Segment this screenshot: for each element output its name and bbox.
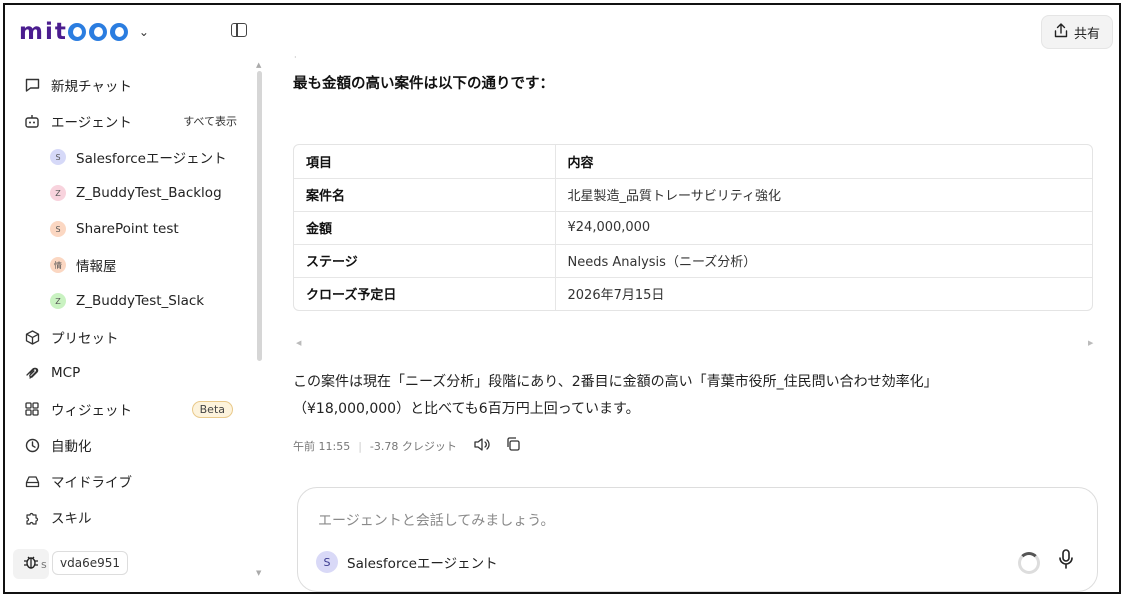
table-header-cell: 項目 (294, 145, 556, 179)
table-header-row: 項目 内容 (294, 145, 1092, 179)
chat-icon (23, 76, 41, 94)
scroll-indicator: · (294, 53, 297, 62)
robot-icon (23, 112, 41, 130)
sidebar-item-label: マイドライブ (51, 475, 132, 491)
agent-item-salesforce[interactable]: S Salesforceエージェント (5, 139, 255, 175)
agent-label: Z_BuddyTest_Slack (76, 293, 205, 309)
loading-spinner-icon (1018, 552, 1040, 574)
agent-label: Salesforceエージェント (76, 151, 227, 167)
table-cell-key: 案件名 (294, 178, 556, 212)
brand[interactable]: mit ⌄ (19, 17, 149, 47)
cube-icon (23, 328, 41, 346)
table-cell-key: ステージ (294, 244, 556, 278)
agent-avatar: S (316, 551, 338, 573)
table-cell-value: Needs Analysis（ニーズ分析） (555, 244, 1092, 278)
sidebar-item-label: エージェント (51, 115, 132, 131)
sidebar-item-agents[interactable]: エージェント すべて表示 (5, 103, 255, 139)
sidebar-item-label: MCP (51, 365, 81, 381)
show-all-link[interactable]: すべて表示 (183, 113, 237, 129)
speaker-icon[interactable] (473, 437, 491, 456)
agent-selector[interactable]: S Salesforceエージェント (316, 551, 498, 573)
paragraph-line: この案件は現在「ニーズ分析」段階にあり、2番目に金額の高い「青葉市役所_住民問い… (293, 374, 938, 390)
table-cell-key: クローズ予定日 (294, 277, 556, 310)
brand-logo: mit (19, 19, 131, 45)
mcp-icon (23, 364, 41, 382)
puzzle-icon (23, 508, 41, 526)
scroll-up-arrow-icon[interactable]: ▲ (256, 61, 261, 69)
agent-avatar: S (50, 221, 66, 237)
beta-badge: Beta (191, 400, 233, 418)
sidebar-item-label: 自動化 (51, 439, 92, 455)
footer-s-label: s (41, 558, 47, 571)
composer-input[interactable]: エージェントと会話してみましょう。 (318, 510, 554, 530)
message-composer[interactable]: エージェントと会話してみましょう。 S Salesforceエージェント (297, 487, 1098, 592)
sidebar-nav: 新規チャット エージェント すべて表示 S Salesforceエージェント Z… (5, 67, 255, 535)
table-cell-value: 北星製造_品質トレーサビリティ強化 (555, 178, 1092, 212)
table-header-cell: 内容 (555, 145, 1092, 179)
drive-icon (23, 472, 41, 490)
table-cell-value: 2026年7月15日 (567, 288, 665, 304)
sidebar-item-widgets[interactable]: ウィジェット Beta (5, 391, 255, 427)
sidebar-item-presets[interactable]: プリセット (5, 319, 255, 355)
table-cell-value: ¥24,000,000 (555, 211, 1092, 245)
sidebar-item-mcp[interactable]: MCP (5, 355, 255, 391)
agent-item-johoya[interactable]: 情 情報屋 (5, 247, 255, 283)
message-meta: 午前 11:55 | -3.78 クレジット (293, 436, 521, 456)
sidebar-item-automation[interactable]: 自動化 (5, 427, 255, 463)
agent-label: SharePoint test (76, 221, 179, 237)
agent-label: Z_BuddyTest_Backlog (76, 185, 222, 201)
sidebar-item-new-chat[interactable]: 新規チャット (5, 67, 255, 103)
agent-item-sharepoint[interactable]: S SharePoint test (5, 211, 255, 247)
table-scroll-left-icon[interactable]: ◀ (296, 339, 301, 347)
sidebar-item-label: プリセット (51, 331, 119, 347)
meta-divider: | (358, 439, 362, 453)
table-row: クローズ予定日 2026年7月15日 (294, 277, 1092, 310)
app-window: mit ⌄ ▲ ▼ 新規チャット エージェント すべて表示 S Salesfor… (3, 3, 1121, 594)
clock-icon (23, 436, 41, 454)
sidebar-item-skills[interactable]: スキル (5, 499, 255, 535)
table-row: ステージ Needs Analysis（ニーズ分析） (294, 244, 1092, 278)
paragraph-line: （¥18,000,000）と比べても6百万円上回っています。 (293, 401, 640, 417)
sidebar-scrollbar[interactable] (257, 71, 262, 361)
microphone-icon[interactable] (1058, 549, 1074, 574)
table-row: 案件名 北星製造_品質トレーサビリティ強化 (294, 178, 1092, 212)
table-scroll-right-icon[interactable]: ▶ (1088, 339, 1093, 347)
version-badge: vda6e951 (52, 551, 128, 575)
agent-avatar: S (50, 149, 66, 165)
agent-label: 情報屋 (76, 259, 117, 275)
chevron-down-icon[interactable]: ⌄ (139, 25, 149, 39)
message-time: 午前 11:55 (293, 440, 351, 453)
sidebar-item-label: ウィジェット (51, 403, 132, 419)
sidebar-item-label: 新規チャット (51, 79, 132, 95)
scroll-down-arrow-icon[interactable]: ▼ (256, 569, 261, 577)
sidebar-item-my-drive[interactable]: マイドライブ (5, 463, 255, 499)
message-credits: -3.78 クレジット (369, 440, 457, 453)
sidebar-item-label: スキル (51, 511, 92, 527)
sidebar: mit ⌄ ▲ ▼ 新規チャット エージェント すべて表示 S Salesfor… (5, 5, 269, 592)
copy-icon[interactable] (505, 436, 521, 456)
agent-item-backlog[interactable]: Z Z_BuddyTest_Backlog (5, 175, 255, 211)
deal-table: 項目 内容 案件名 北星製造_品質トレーサビリティ強化 金額 ¥24,000,0… (293, 144, 1093, 311)
agent-avatar: 情 (50, 257, 66, 273)
table-row: 金額 ¥24,000,000 (294, 211, 1092, 245)
agent-avatar: Z (50, 185, 66, 201)
message-heading: 最も金額の高い案件は以下の通りです： (293, 76, 554, 92)
agent-avatar: Z (50, 293, 66, 309)
message-paragraph: この案件は現在「ニーズ分析」段階にあり、2番目に金額の高い「青葉市役所_住民問い… (293, 369, 1103, 423)
table-cell-key: 金額 (294, 211, 556, 245)
bug-icon (23, 554, 39, 574)
agent-item-slack[interactable]: Z Z_BuddyTest_Slack (5, 283, 255, 319)
agent-selector-label: Salesforceエージェント (347, 556, 498, 572)
sidebar-toggle-icon[interactable] (231, 23, 247, 37)
widget-icon (23, 400, 41, 418)
